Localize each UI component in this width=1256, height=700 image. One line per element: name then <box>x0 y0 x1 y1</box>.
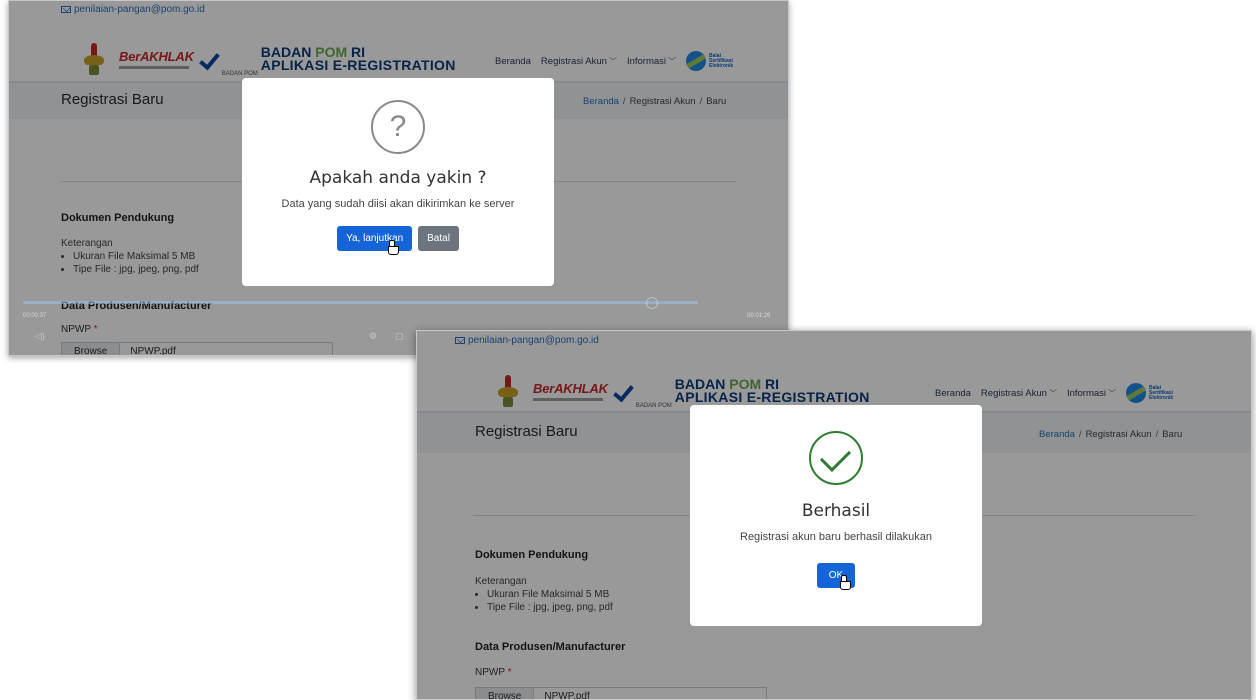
check-circle-icon <box>809 431 863 485</box>
success-dialog: Berhasil Registrasi akun baru berhasil d… <box>690 405 982 626</box>
question-icon: ? <box>371 100 425 154</box>
confirm-text: Data yang sudah diisi akan dikirimkan ke… <box>281 198 515 210</box>
video-time-total: 00:01:26 <box>747 313 771 319</box>
confirm-title: Apakah anda yakin ? <box>309 168 487 188</box>
video-progress-bar[interactable] <box>23 297 698 309</box>
success-text: Registrasi akun baru berhasil dilakukan <box>740 531 932 543</box>
hand-cursor-icon <box>839 575 851 590</box>
confirm-button[interactable]: Ya, lanjutkan <box>337 226 413 255</box>
fullscreen-icon[interactable]: ▢ <box>395 331 404 342</box>
hand-cursor-icon <box>387 240 400 255</box>
settings-icon[interactable]: ⚙ <box>369 331 377 342</box>
screenshot-confirm: penilaian-pangan@pom.go.id BerAKHLAK BAD… <box>8 0 789 356</box>
screenshot-success: penilaian-pangan@pom.go.id BerAKHLAK BAD… <box>416 330 1252 700</box>
ok-button[interactable]: OK <box>816 563 856 590</box>
video-time-elapsed: 00:00:37 <box>23 313 47 319</box>
volume-icon[interactable]: ◁) <box>35 331 45 342</box>
success-title: Berhasil <box>801 501 871 521</box>
video-scrubber[interactable] <box>645 297 658 309</box>
confirm-dialog: ? Apakah anda yakin ? Data yang sudah di… <box>242 78 554 286</box>
cancel-button[interactable]: Batal <box>418 226 459 251</box>
